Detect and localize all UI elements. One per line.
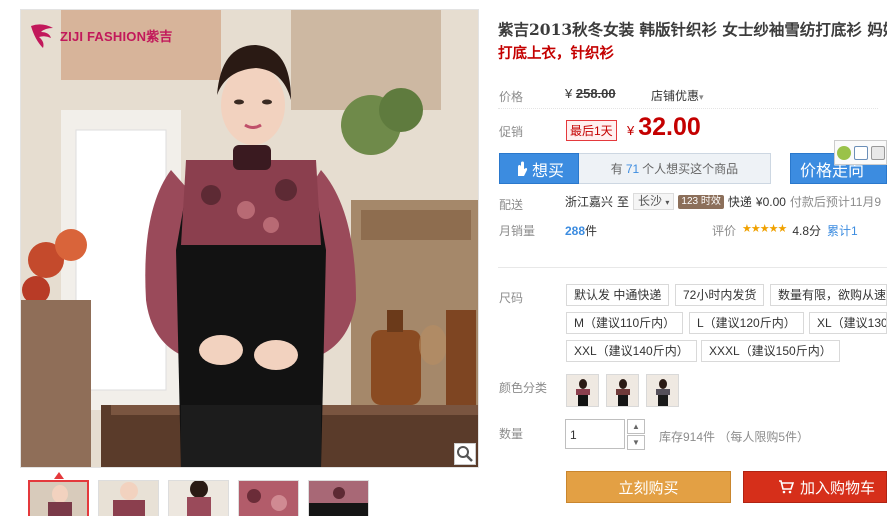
chevron-down-icon: ▾ xyxy=(665,198,670,207)
section-divider xyxy=(498,267,887,268)
quantity-input[interactable]: 1 xyxy=(565,419,625,449)
thumbnail-3[interactable] xyxy=(168,480,229,516)
sale-price-value: 32.00 xyxy=(638,113,701,141)
chevron-up-icon: ▲ xyxy=(632,422,640,431)
promo-label: 促销 xyxy=(499,125,524,139)
product-subtitle: 打底上衣，针织衫 xyxy=(498,45,614,62)
size-option-1[interactable]: 72小时内发货 xyxy=(675,284,765,306)
want-button[interactable]: 想买 xyxy=(499,153,579,184)
thumbnail-5[interactable] xyxy=(308,480,369,516)
price-label: 价格 xyxy=(499,90,524,104)
rating-label: 评价 xyxy=(712,224,737,238)
promo-badge: 最后1天 xyxy=(566,120,617,141)
ship-method: 快递 xyxy=(727,195,752,209)
rating-score: 4.8分 xyxy=(792,224,822,238)
ship-note: 付款后预计11月9 xyxy=(789,195,882,209)
color-label: 颜色分类 xyxy=(499,381,548,395)
currency-symbol: ¥ xyxy=(565,86,573,101)
rating: 评价 ★★★★★ 4.8分 累计1 xyxy=(712,222,858,239)
city-value: 长沙 xyxy=(638,194,663,208)
size-option-7[interactable]: XXXL（建议150斤内） xyxy=(701,340,840,362)
monthly-sales-label: 月销量 xyxy=(499,224,536,238)
size-option-5[interactable]: XL（建议130斤内） xyxy=(809,312,887,334)
smiley-icon[interactable] xyxy=(836,145,851,160)
sale-price: ¥32.00 xyxy=(627,113,701,142)
thumbnail-strip xyxy=(28,480,369,516)
want-count-text: 有 71 个人想买这个商品 xyxy=(579,153,771,184)
shop-promo-select[interactable]: 店铺优惠▾ xyxy=(651,87,704,104)
size-option-4[interactable]: L（建议120斤内） xyxy=(689,312,804,334)
star-rating-icon: ★★★★★ xyxy=(742,223,787,235)
ship-fee: ¥0.00 xyxy=(755,194,786,209)
stock-count: 库存914件 xyxy=(659,430,716,444)
chevron-down-icon: ▾ xyxy=(699,92,704,102)
hand-icon xyxy=(517,161,528,176)
quantity-label: 数量 xyxy=(499,427,524,441)
notepad-icon[interactable] xyxy=(853,145,868,160)
magnifier-icon[interactable] xyxy=(454,443,476,465)
color-swatch-1[interactable] xyxy=(566,374,599,407)
city-select[interactable]: 长沙 ▾ xyxy=(633,193,675,210)
product-photo xyxy=(21,10,478,467)
want-count: 71 xyxy=(625,161,640,176)
add-to-cart-button[interactable]: 加入购物车 xyxy=(743,471,887,503)
brand-logo-icon xyxy=(31,24,53,48)
price-divider xyxy=(498,108,878,109)
brand-logo-text: ZIJI FASHION紫吉 xyxy=(60,28,173,44)
size-option-3[interactable]: M（建议110斤内） xyxy=(566,312,684,334)
shipping-row: 浙江嘉兴 至 长沙 ▾ 123 时效 快递 ¥0.00 付款后预计11月9 xyxy=(565,193,881,210)
want-suffix: 个人想买这个商品 xyxy=(642,162,739,176)
ship-to-word: 至 xyxy=(617,195,630,209)
add-to-cart-label: 加入购物车 xyxy=(800,479,876,497)
chevron-down-icon: ▼ xyxy=(632,438,640,447)
sale-currency-symbol: ¥ xyxy=(627,123,635,138)
floating-toolbar xyxy=(834,140,887,165)
list-icon[interactable] xyxy=(870,145,885,160)
monthly-sales-unit: 件 xyxy=(585,224,598,238)
want-prefix: 有 xyxy=(610,162,623,176)
ship-from: 浙江嘉兴 xyxy=(565,195,614,209)
product-title: 紫吉2013秋冬女装 韩版针织衫 女士纱袖雪纺打底衫 妈妈装 xyxy=(498,20,887,39)
color-swatch-3[interactable] xyxy=(646,374,679,407)
buy-now-label: 立刻购买 xyxy=(618,479,679,497)
stock-info: 库存914件 （每人限购5件） xyxy=(659,428,809,445)
size-option-2[interactable]: 数量有限，欲购从速 xyxy=(770,284,887,306)
want-button-label: 想买 xyxy=(531,162,564,180)
thumbnail-1[interactable] xyxy=(28,480,89,516)
thumbnail-2[interactable] xyxy=(98,480,159,516)
thumbnail-4[interactable] xyxy=(238,480,299,516)
original-price: ¥ 258.00 xyxy=(565,86,616,101)
quantity-decrease-button[interactable]: ▼ xyxy=(627,435,645,450)
color-swatch-2[interactable] xyxy=(606,374,639,407)
timing-tag: 123 时效 xyxy=(678,194,724,209)
cart-icon xyxy=(779,480,794,494)
purchase-limit: （每人限购5件） xyxy=(718,430,810,444)
watermark: 08wo.com xyxy=(752,505,794,515)
buy-now-button[interactable]: 立刻购买 xyxy=(566,471,731,503)
monthly-sales: 288件 xyxy=(565,222,597,239)
main-product-image[interactable]: ZIJI FASHION紫吉 xyxy=(20,9,479,468)
original-price-value: 258.00 xyxy=(575,86,616,101)
brand-logo: ZIJI FASHION紫吉 xyxy=(27,20,173,50)
cumulative-reviews-link[interactable]: 累计1 xyxy=(827,222,858,239)
size-label: 尺码 xyxy=(499,291,524,305)
thumb-selected-arrow xyxy=(54,472,64,479)
quantity-increase-button[interactable]: ▲ xyxy=(627,419,645,434)
shipping-label: 配送 xyxy=(499,198,524,212)
size-option-0[interactable]: 默认发 中通快递 xyxy=(566,284,670,306)
monthly-sales-count: 288 xyxy=(565,224,586,238)
size-option-6[interactable]: XXL（建议140斤内） xyxy=(566,340,697,362)
shop-promo-label: 店铺优惠 xyxy=(651,89,700,103)
